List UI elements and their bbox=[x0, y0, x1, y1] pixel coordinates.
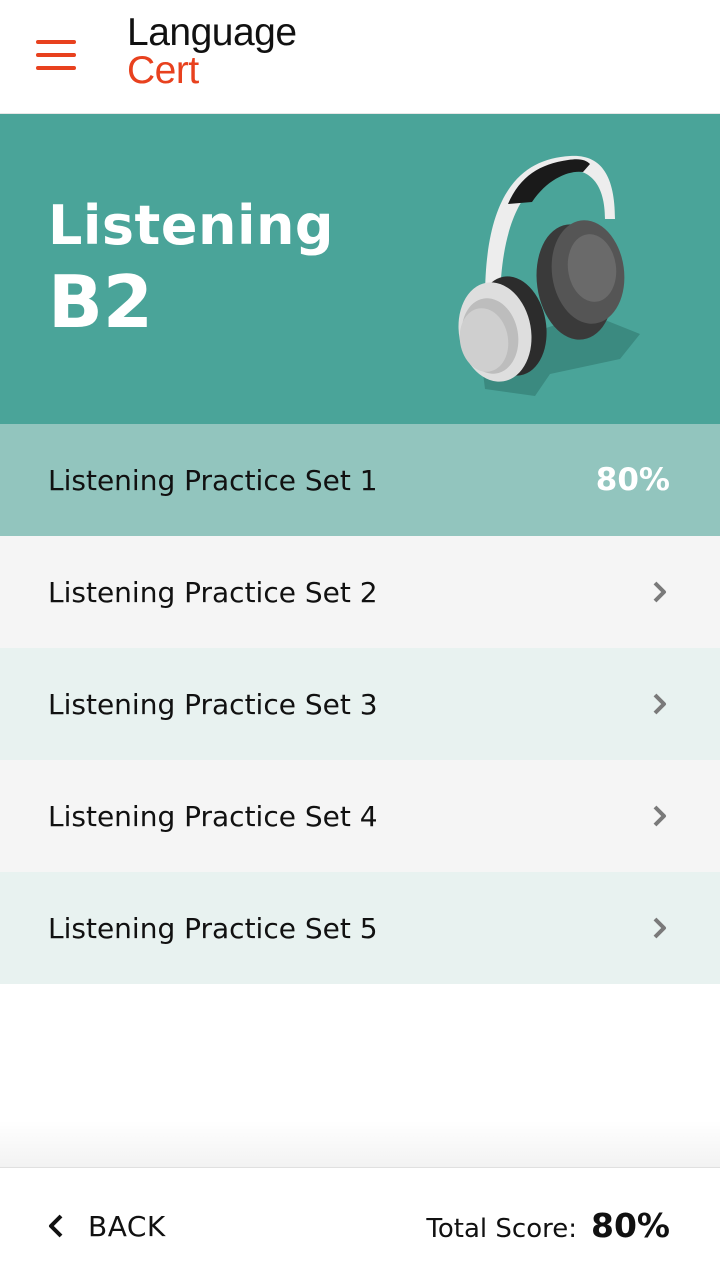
practice-set-row-4[interactable]: Listening Practice Set 4 bbox=[0, 760, 720, 872]
total-score-label: Total Score: bbox=[426, 1214, 577, 1244]
chevron-right-icon bbox=[653, 581, 666, 603]
practice-set-label: Listening Practice Set 1 bbox=[48, 463, 378, 497]
practice-set-row-1[interactable]: Listening Practice Set 1 80% bbox=[0, 424, 720, 536]
bottom-bar: BACK Total Score: 80% bbox=[0, 1167, 720, 1280]
practice-set-label: Listening Practice Set 3 bbox=[48, 687, 378, 721]
practice-set-label: Listening Practice Set 2 bbox=[48, 575, 378, 609]
back-button[interactable]: BACK bbox=[44, 1206, 166, 1246]
total-score-value: 80% bbox=[591, 1206, 670, 1245]
logo-line2: Cert bbox=[127, 49, 199, 92]
hamburger-menu-icon[interactable] bbox=[36, 40, 76, 72]
practice-set-label: Listening Practice Set 5 bbox=[48, 911, 378, 945]
chevron-right-icon bbox=[653, 805, 666, 827]
practice-set-list: Listening Practice Set 1 80% Listening P… bbox=[0, 424, 720, 984]
practice-set-label: Listening Practice Set 4 bbox=[48, 799, 378, 833]
practice-set-row-3[interactable]: Listening Practice Set 3 bbox=[0, 648, 720, 760]
chevron-left-icon bbox=[49, 1214, 63, 1238]
practice-set-row-5[interactable]: Listening Practice Set 5 bbox=[0, 872, 720, 984]
hero-banner: Listening B2 bbox=[0, 114, 720, 424]
practice-set-row-2[interactable]: Listening Practice Set 2 bbox=[0, 536, 720, 648]
headphones-icon bbox=[458, 155, 640, 396]
total-score: Total Score: 80% bbox=[426, 1206, 670, 1245]
level-label: B2 bbox=[48, 260, 153, 344]
back-label: BACK bbox=[88, 1209, 166, 1243]
logo-line1: Language bbox=[127, 11, 297, 54]
chevron-right-icon bbox=[653, 917, 666, 939]
footer-shadow bbox=[0, 1120, 720, 1168]
languagecert-logo: Language Cert bbox=[127, 11, 297, 92]
page-title: Listening bbox=[48, 194, 335, 257]
practice-set-score: 80% bbox=[595, 462, 670, 498]
top-bar: Language Cert bbox=[0, 0, 720, 114]
chevron-right-icon bbox=[653, 693, 666, 715]
